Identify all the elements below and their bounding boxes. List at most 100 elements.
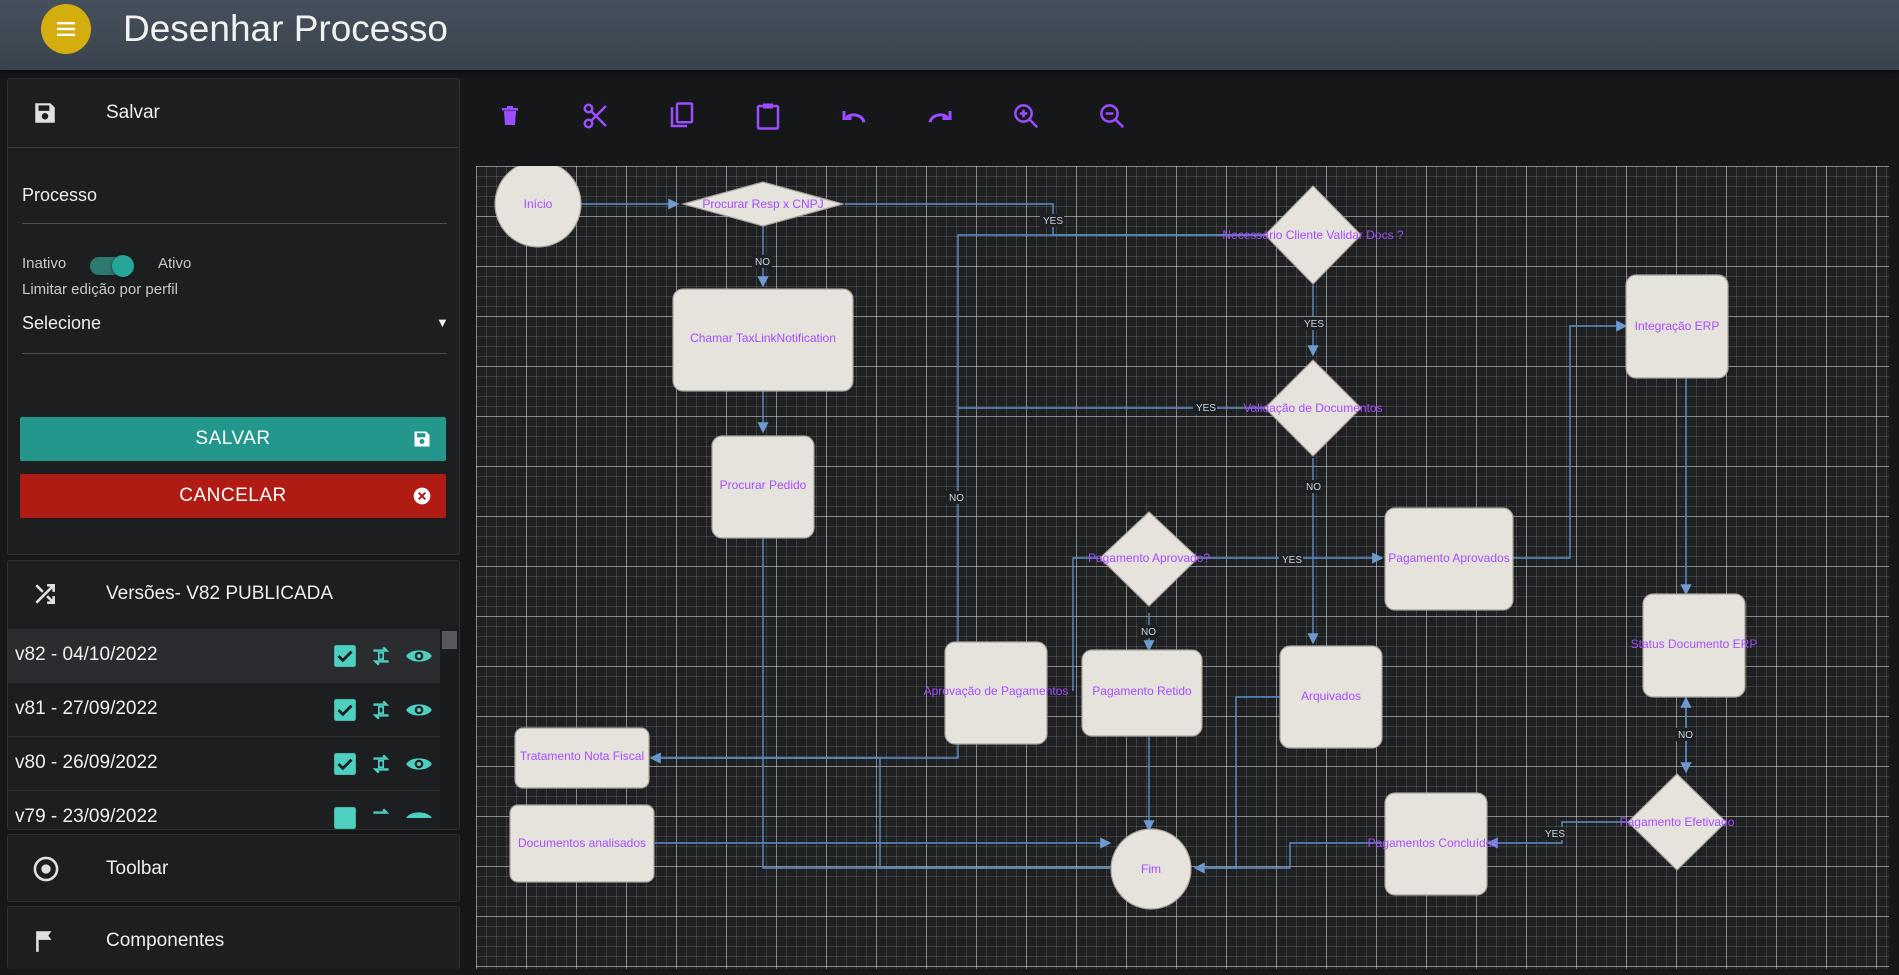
node-label: Integração ERP	[1635, 319, 1720, 333]
check-box-icon[interactable]	[332, 643, 358, 669]
components-panel-header[interactable]: Componentes	[8, 907, 459, 975]
task-node[interactable]: Status Documento ERP	[1631, 593, 1758, 698]
task-node[interactable]: Pagamento Retido	[1081, 649, 1203, 737]
delete-button[interactable]	[492, 98, 528, 134]
process-form-panel: Salvar Processo Inativo Ativo Limitar ed…	[7, 78, 460, 555]
diagram-canvas[interactable]: YES NO YES YES NO NO YES NO NO YES Iníci…	[476, 166, 1889, 969]
cut-button[interactable]	[578, 98, 614, 134]
shuffle-icon	[35, 584, 55, 604]
edge-label-no: NO	[1306, 482, 1321, 493]
task-node[interactable]: Documentos analisados	[509, 804, 655, 883]
flag-icon	[36, 931, 52, 952]
compare-icon[interactable]	[368, 643, 394, 669]
check-box-icon[interactable]	[332, 751, 358, 777]
task-node[interactable]: Pagamentos Concluídos	[1368, 792, 1499, 896]
undo-icon	[842, 111, 866, 123]
edge-label-yes: YES	[1282, 555, 1302, 566]
edge-label-yes: YES	[1196, 403, 1216, 414]
edge	[651, 757, 1110, 869]
redo-button[interactable]	[922, 98, 958, 134]
edge-label-yes: YES	[1043, 216, 1063, 227]
task-node[interactable]: Aprovação de Pagamentos	[924, 641, 1069, 745]
node-label: Arquivados	[1301, 689, 1361, 703]
diagram-toolbar	[474, 78, 1899, 158]
dropdown-arrow-icon[interactable]: ▼	[436, 315, 449, 330]
node-label: Pagamento Efetivado	[1620, 815, 1735, 829]
save-icon	[35, 103, 55, 123]
node-label: Aprovação de Pagamentos	[924, 684, 1069, 698]
edge-label-no: NO	[1678, 730, 1693, 741]
limit-by-profile-label: Limitar edição por perfil	[22, 281, 178, 298]
zoom-in-button[interactable]	[1008, 98, 1044, 134]
node-label: Início	[524, 197, 553, 211]
app-header: Desenhar Processo	[0, 0, 1899, 70]
node-label: Status Documento ERP	[1631, 637, 1758, 651]
decision-node[interactable]: Procurar Resp x CNPJ	[680, 181, 846, 227]
decision-node[interactable]: Pagamento Aprovado?	[1088, 511, 1210, 607]
save-panel-header[interactable]: Salvar	[8, 79, 459, 147]
version-row[interactable]: v80 - 26/09/2022	[8, 737, 440, 791]
decision-node[interactable]: Pagamento Efetivado	[1620, 773, 1735, 871]
node-label: Procurar Resp x CNPJ	[702, 197, 823, 211]
paste-button[interactable]	[750, 98, 786, 134]
diagram-nodes: Início Procurar Resp x CNPJ Necessário C…	[494, 166, 1758, 910]
scrollbar-thumb[interactable]	[442, 631, 457, 649]
eye-icon[interactable]	[404, 643, 434, 669]
versions-scrollbar[interactable]	[440, 629, 459, 829]
decision-node[interactable]: Validação de Documentos	[1243, 359, 1383, 457]
divider	[8, 147, 459, 148]
edge-label-no: NO	[1141, 627, 1156, 638]
edge	[1510, 320, 1628, 559]
compare-icon[interactable]	[368, 697, 394, 723]
menu-button[interactable]	[41, 4, 91, 54]
active-toggle[interactable]	[90, 255, 134, 277]
eye-icon[interactable]	[404, 697, 434, 723]
check-box-icon[interactable]	[332, 697, 358, 723]
save-icon	[414, 431, 430, 447]
compare-icon[interactable]	[368, 805, 394, 830]
redo-icon	[928, 111, 952, 123]
process-field[interactable]: Processo	[22, 185, 97, 206]
copy-button[interactable]	[664, 98, 700, 134]
node-label: Tratamento Nota Fiscal	[520, 749, 644, 763]
profile-select[interactable]: Selecione	[22, 313, 101, 334]
process-field-underline	[22, 223, 447, 224]
compare-icon[interactable]	[368, 751, 394, 777]
components-panel-label: Componentes	[106, 930, 225, 951]
save-panel-label: Salvar	[106, 102, 160, 123]
version-row[interactable]: v79 - 23/09/2022	[8, 791, 440, 830]
eye-icon[interactable]	[404, 805, 434, 830]
toggle-off-label: Inativo	[22, 255, 67, 272]
components-panel: Componentes	[7, 906, 460, 969]
cancel-button[interactable]: CANCELAR	[20, 474, 446, 518]
task-node[interactable]: Pagamento Aprovados	[1384, 507, 1514, 611]
edge	[762, 538, 1110, 869]
edge-labels: YES NO YES YES NO NO YES NO NO YES	[752, 214, 1695, 840]
start-node[interactable]: Início	[494, 166, 582, 248]
version-row[interactable]: v81 - 27/09/2022	[8, 683, 440, 737]
version-label: v80 - 26/09/2022	[15, 752, 158, 773]
task-node[interactable]: Procurar Pedido	[711, 435, 815, 539]
toolbar-panel-header[interactable]: Toolbar	[8, 835, 459, 903]
copy-icon	[670, 102, 694, 128]
edge	[649, 640, 959, 764]
toolbar-panel-label: Toolbar	[106, 858, 169, 879]
menu-icon	[57, 22, 75, 36]
version-row[interactable]: v82 - 04/10/2022	[8, 629, 440, 683]
decision-node[interactable]: Necessário Cliente Validar Docs ?	[1222, 185, 1404, 285]
versions-panel-header[interactable]: Versões- V82 PUBLICADA	[8, 561, 459, 627]
task-node[interactable]: Integração ERP	[1625, 274, 1729, 379]
task-node[interactable]: Arquivados	[1279, 645, 1383, 749]
task-node[interactable]: Tratamento Nota Fiscal	[514, 727, 650, 789]
zoom-in-icon	[1014, 104, 1039, 129]
end-node[interactable]: Fim	[1110, 828, 1192, 910]
page-title: Desenhar Processo	[123, 8, 448, 49]
version-label: v81 - 27/09/2022	[15, 698, 158, 719]
check-box-icon[interactable]	[332, 805, 358, 830]
version-label: v82 - 04/10/2022	[15, 644, 158, 665]
zoom-out-button[interactable]	[1094, 98, 1130, 134]
task-node[interactable]: Chamar TaxLinkNotification	[672, 288, 854, 392]
eye-icon[interactable]	[404, 751, 434, 777]
save-button[interactable]: SALVAR	[20, 417, 446, 461]
undo-button[interactable]	[836, 98, 872, 134]
